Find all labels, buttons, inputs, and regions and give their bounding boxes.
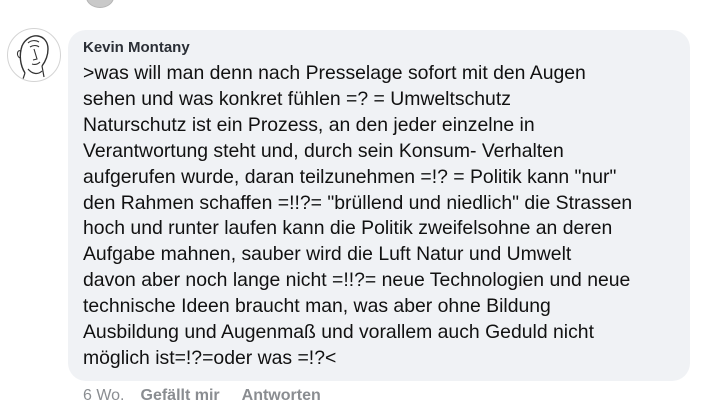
comment-timestamp[interactable]: 6 Wo. [83,387,125,405]
comment-actions: 6 Wo. Gefällt mir Antworten [83,386,321,406]
avatar[interactable] [7,28,61,82]
sketch-face-icon [16,35,49,80]
like-button[interactable]: Gefällt mir [141,387,220,405]
comment-author[interactable]: Kevin Montany [83,38,676,58]
comment-bubble: Kevin Montany >was will man denn nach Pr… [68,30,690,381]
comment-text: >was will man denn nach Presselage sofor… [83,62,633,369]
previous-comment-avatar[interactable] [86,0,114,8]
reply-button[interactable]: Antworten [242,387,321,405]
